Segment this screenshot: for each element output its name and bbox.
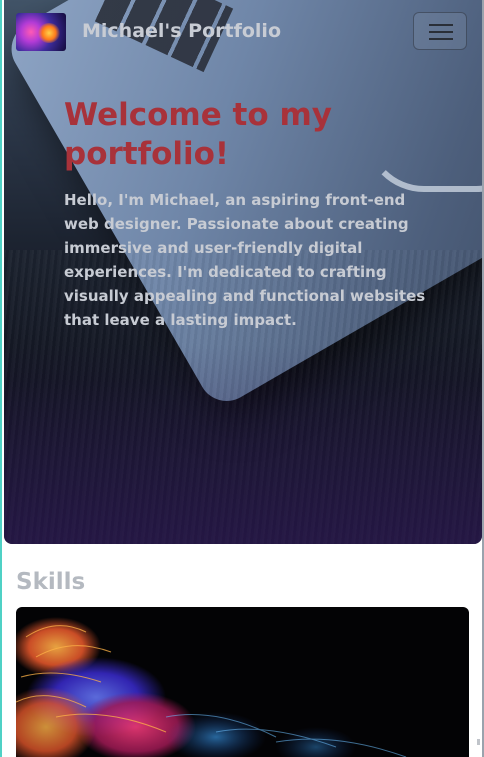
hero-intro-text: Hello, I'm Michael, an aspiring front-en… <box>64 191 426 329</box>
feather-artwork <box>16 617 407 757</box>
navbar: Michael's Portfolio <box>4 0 482 64</box>
hamburger-menu-icon <box>429 31 453 33</box>
hero-background-glow <box>4 344 482 544</box>
hamburger-menu-icon <box>429 38 453 40</box>
page-viewport: Michael's Portfolio Welcome to my portfo… <box>0 0 484 757</box>
hero-title: Welcome to my portfolio! <box>64 97 332 172</box>
brand-name[interactable]: Michael's Portfolio <box>82 20 281 42</box>
scrollbar-indicator[interactable] <box>477 739 480 745</box>
hero-content: Welcome to my portfolio! Hello, I'm Mich… <box>64 96 429 332</box>
menu-toggle-button[interactable] <box>413 12 467 50</box>
abstract-logo-icon[interactable] <box>16 13 66 51</box>
skills-heading: Skills <box>16 569 86 595</box>
hamburger-menu-icon <box>429 24 453 26</box>
skills-card-image <box>16 607 469 757</box>
